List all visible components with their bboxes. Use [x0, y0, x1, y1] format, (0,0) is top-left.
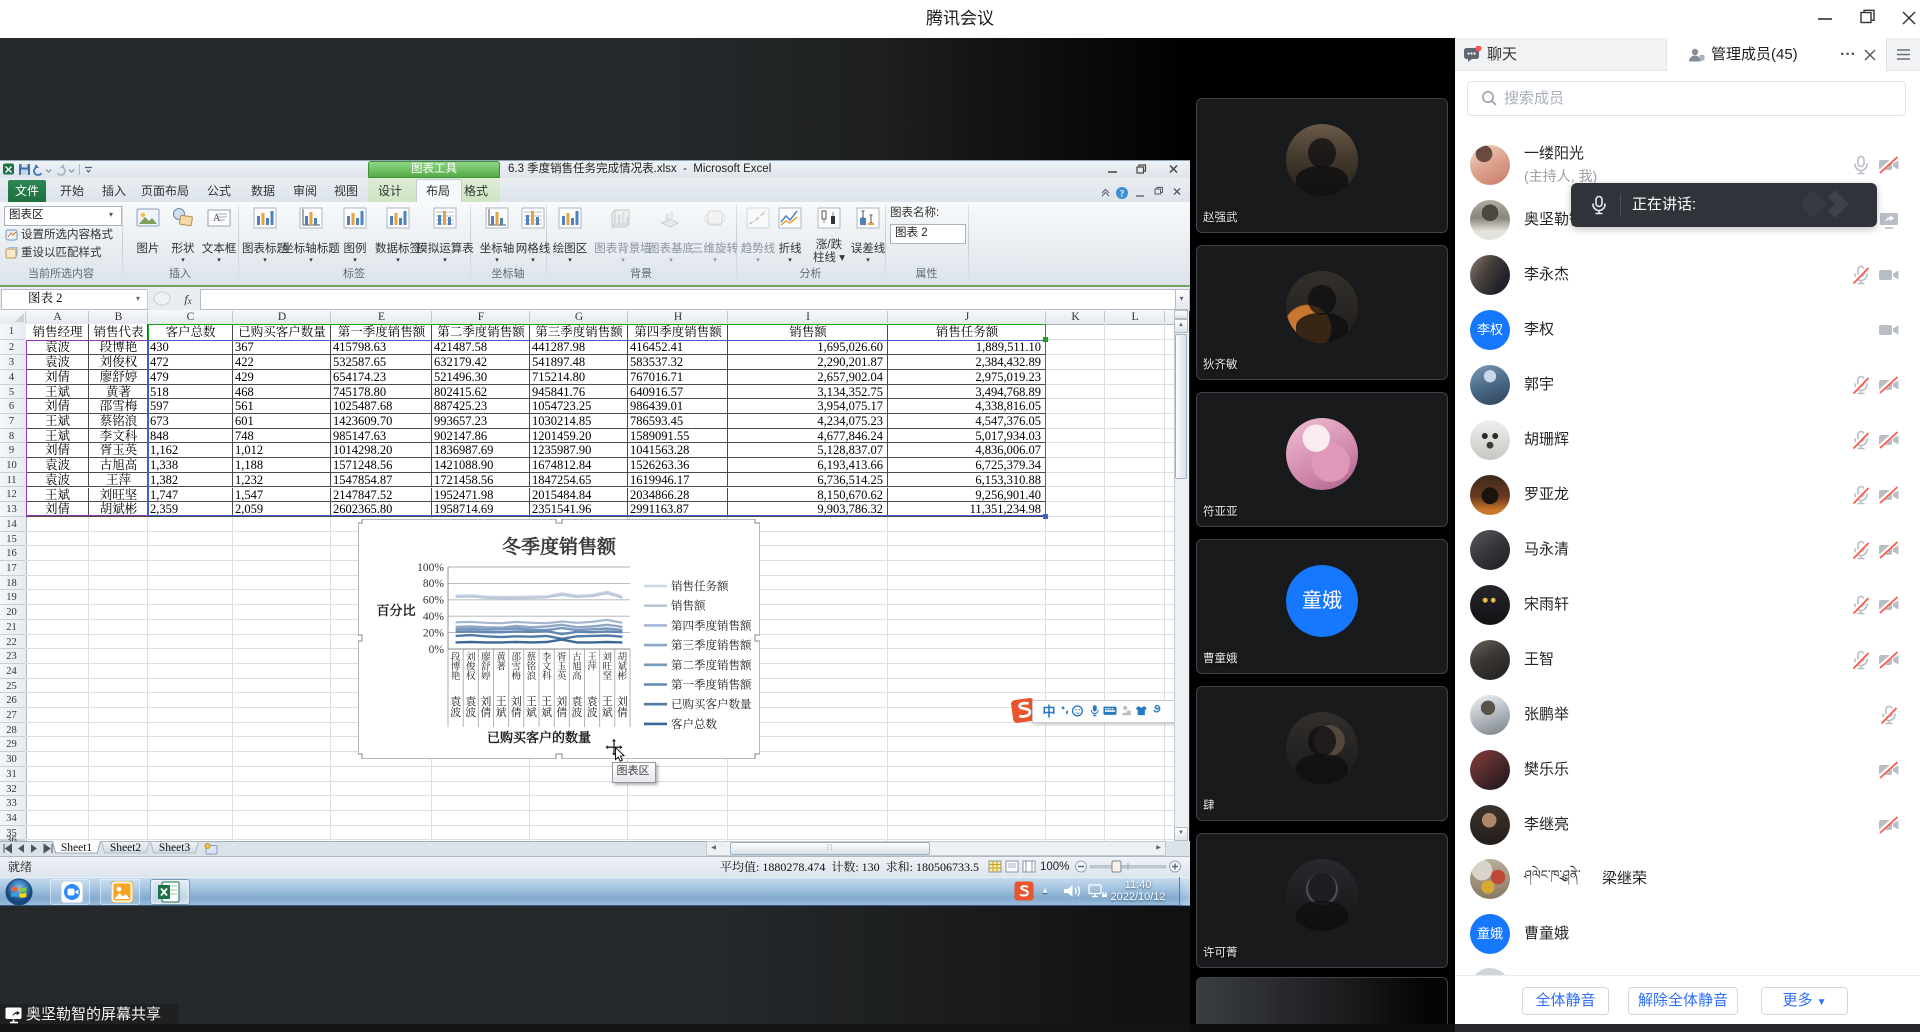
svg-text:销售额: 销售额 [671, 599, 706, 613]
svg-text:袁波: 袁波 [465, 694, 476, 719]
svg-text:刘倩: 刘倩 [480, 694, 491, 719]
svg-text:刘倩: 刘倩 [617, 694, 628, 719]
svg-text:100%: 100% [417, 562, 444, 574]
svg-text:古旭高: 古旭高 [572, 651, 582, 682]
svg-text:王斌: 王斌 [496, 695, 507, 719]
svg-text:60%: 60% [423, 595, 445, 607]
svg-text:A: A [213, 213, 221, 224]
svg-text:袁波: 袁波 [571, 694, 582, 719]
svg-text:黄著: 黄著 [496, 651, 506, 673]
svg-text:刘倩: 刘倩 [511, 694, 522, 719]
svg-text:80%: 80% [423, 578, 445, 590]
svg-text:蔡铭浪: 蔡铭浪 [527, 651, 537, 682]
svg-text:已购买客户的数量: 已购买客户的数量 [487, 730, 591, 745]
svg-text:李文科: 李文科 [542, 651, 552, 682]
svg-text:客户总数: 客户总数 [671, 717, 717, 731]
svg-text:刘俊权: 刘俊权 [466, 651, 476, 682]
svg-text:王斌: 王斌 [526, 695, 537, 719]
svg-text:第四季度销售额: 第四季度销售额 [671, 618, 752, 632]
svg-text:王斌: 王斌 [541, 695, 552, 719]
svg-text:第二季度销售额: 第二季度销售额 [671, 658, 752, 672]
svg-text:销售任务额: 销售任务额 [671, 579, 729, 593]
svg-text:20%: 20% [423, 627, 445, 639]
svg-text:袁波: 袁波 [450, 694, 461, 719]
svg-text:段博艳: 段博艳 [451, 652, 461, 682]
svg-text:王萍: 王萍 [587, 652, 597, 673]
svg-text:刘旺坚: 刘旺坚 [602, 651, 612, 682]
svg-text:百分比: 百分比 [376, 603, 415, 618]
svg-text:第一季度销售额: 第一季度销售额 [671, 678, 752, 692]
svg-text:刘倩: 刘倩 [556, 694, 567, 719]
svg-text:胡斌彬: 胡斌彬 [618, 651, 628, 682]
svg-text:廖舒婷: 廖舒婷 [481, 651, 491, 682]
svg-text:40%: 40% [423, 611, 445, 623]
svg-text:邵雪梅: 邵雪梅 [511, 652, 521, 682]
svg-text:fx: fx [184, 292, 191, 306]
svg-text:已购买客户数量: 已购买客户数量 [671, 697, 752, 711]
svg-text:王斌: 王斌 [602, 695, 613, 719]
svg-text:0%: 0% [429, 644, 445, 656]
svg-text:?: ? [1120, 189, 1125, 199]
svg-text:胥玉英: 胥玉英 [557, 652, 567, 682]
svg-text:冬季度销售额: 冬季度销售额 [502, 535, 617, 558]
svg-text:第三季度销售额: 第三季度销售额 [671, 638, 752, 652]
svg-text:袁波: 袁波 [587, 694, 598, 719]
